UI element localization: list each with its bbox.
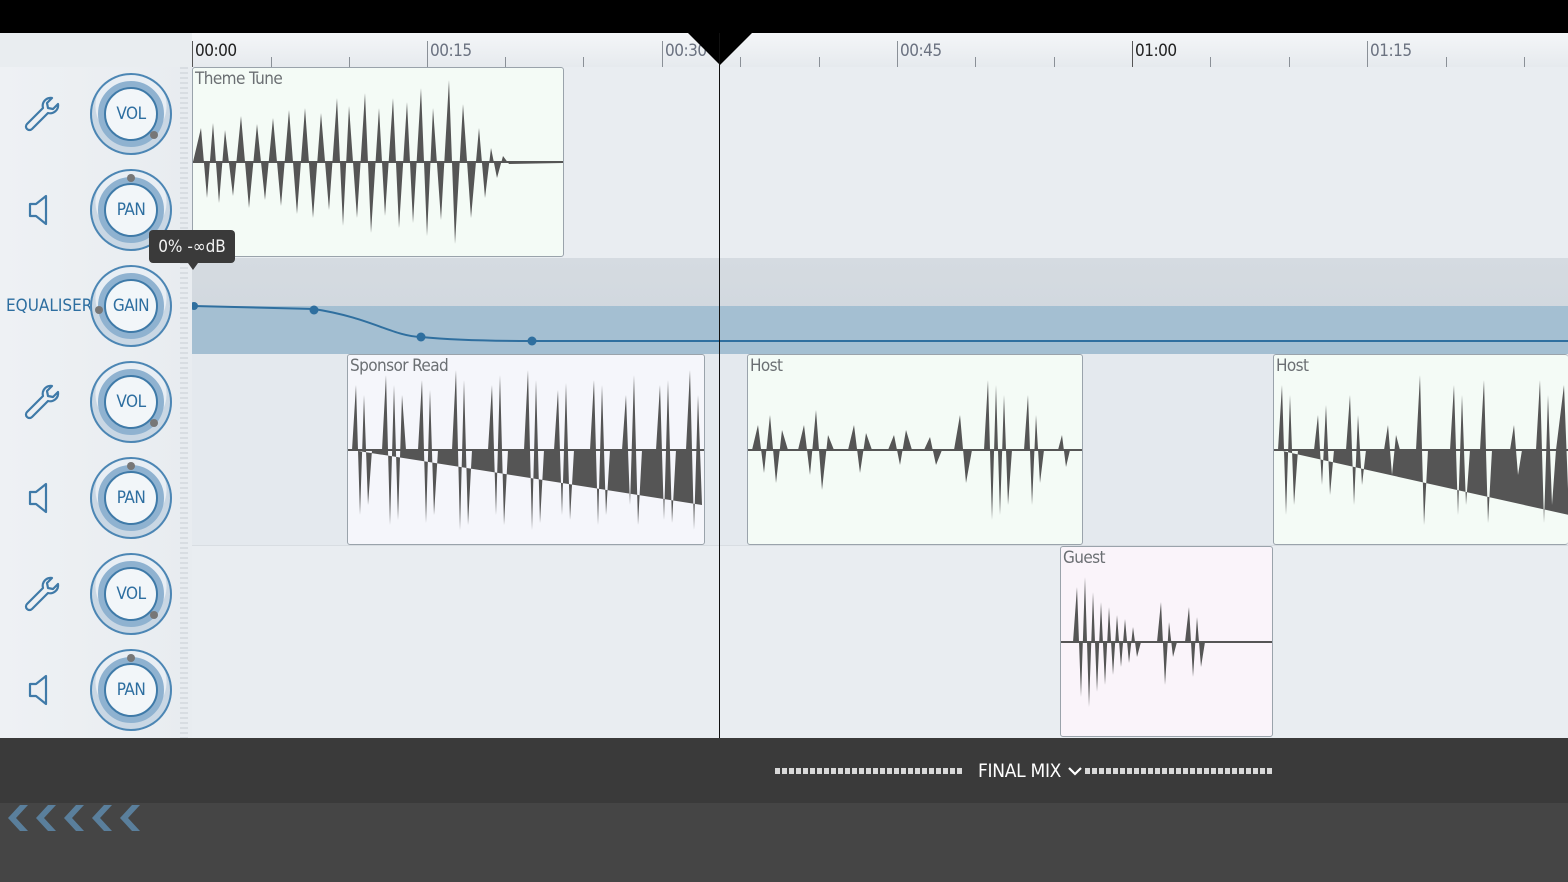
clip-guest[interactable]: Guest bbox=[1060, 546, 1273, 737]
knob-indicator bbox=[95, 306, 103, 314]
volume-knob[interactable]: VOL bbox=[90, 553, 172, 635]
ruler-minor-tick bbox=[819, 57, 820, 67]
ruler-minor-tick bbox=[1524, 57, 1525, 67]
waveform bbox=[748, 380, 1082, 520]
resize-grip[interactable] bbox=[180, 67, 188, 738]
knob-indicator bbox=[127, 654, 135, 662]
ruler-minor-tick bbox=[271, 57, 272, 67]
pan-knob[interactable]: PAN bbox=[90, 649, 172, 731]
rewind-chevrons-icon[interactable] bbox=[0, 803, 160, 833]
clip-name: Sponsor Read bbox=[350, 356, 449, 376]
final-mix-selector[interactable]: FINAL MIX bbox=[978, 758, 1083, 784]
clip-theme-tune[interactable]: Theme Tune bbox=[192, 67, 564, 257]
playhead-line[interactable] bbox=[719, 33, 720, 738]
gain-envelope[interactable] bbox=[192, 258, 1568, 354]
waveform bbox=[1061, 577, 1272, 707]
ruler-major-tick bbox=[1367, 41, 1368, 67]
waveform bbox=[193, 80, 563, 244]
knob-indicator bbox=[150, 419, 158, 427]
gain-tooltip: 0% -∞dB bbox=[149, 230, 235, 270]
waveform bbox=[348, 370, 704, 530]
ruler-minor-tick bbox=[505, 57, 506, 67]
ruler-minor-tick bbox=[583, 57, 584, 67]
mix-divider-right bbox=[1085, 768, 1273, 774]
ruler-spacer bbox=[0, 33, 192, 67]
clip-name: Host bbox=[750, 356, 783, 376]
transport-panel bbox=[0, 803, 1568, 882]
ruler-minor-tick bbox=[975, 57, 976, 67]
knob-indicator bbox=[150, 131, 158, 139]
ruler-major-tick bbox=[662, 41, 663, 67]
track-lane-3[interactable] bbox=[192, 546, 1568, 739]
knob-label: GAIN bbox=[104, 279, 158, 333]
top-bar bbox=[0, 0, 1568, 33]
clip-sponsor-read[interactable]: Sponsor Read bbox=[347, 354, 705, 545]
final-mix-label: FINAL MIX bbox=[978, 760, 1062, 782]
knob-indicator bbox=[127, 462, 135, 470]
envelope-point[interactable] bbox=[192, 302, 198, 310]
knob-label: PAN bbox=[104, 471, 158, 525]
volume-knob[interactable]: VOL bbox=[90, 73, 172, 155]
pan-knob[interactable]: PAN bbox=[90, 457, 172, 539]
ruler-major-tick bbox=[1132, 41, 1133, 67]
knob-label: PAN bbox=[104, 183, 158, 237]
mix-divider-left bbox=[775, 768, 963, 774]
knob-label: PAN bbox=[104, 663, 158, 717]
chevron-down-icon bbox=[1068, 767, 1082, 776]
volume-knob[interactable]: VOL bbox=[90, 361, 172, 443]
ruler-label: 00:00 bbox=[195, 41, 237, 61]
equaliser-band[interactable] bbox=[192, 258, 1568, 354]
wrench-icon[interactable] bbox=[22, 574, 62, 614]
gain-knob[interactable]: GAIN bbox=[90, 265, 172, 347]
ruler-minor-tick bbox=[1210, 57, 1211, 67]
envelope-point[interactable] bbox=[416, 332, 426, 342]
ruler-label: 00:45 bbox=[900, 41, 942, 61]
ruler-label: 01:15 bbox=[1370, 41, 1412, 61]
ruler-minor-tick bbox=[1446, 57, 1447, 67]
knob-indicator bbox=[127, 174, 135, 182]
clip-name: Theme Tune bbox=[195, 69, 283, 89]
timeline-ruler[interactable]: 00:00 00:15 00:30 00:45 01:00 01:15 bbox=[0, 33, 1568, 68]
ruler-minor-tick bbox=[1054, 57, 1055, 67]
speaker-icon[interactable] bbox=[22, 670, 62, 710]
clip-name: Host bbox=[1276, 356, 1309, 376]
speaker-icon[interactable] bbox=[22, 478, 62, 518]
speaker-icon[interactable] bbox=[22, 190, 62, 230]
equaliser-label: EQUALISER bbox=[6, 296, 93, 316]
knob-indicator bbox=[150, 611, 158, 619]
playhead-handle[interactable] bbox=[688, 33, 752, 65]
ruler-minor-tick bbox=[349, 57, 350, 67]
ruler-label: 00:15 bbox=[430, 41, 472, 61]
wrench-icon[interactable] bbox=[22, 382, 62, 422]
waveform bbox=[1274, 375, 1568, 525]
clip-name: Guest bbox=[1063, 548, 1106, 568]
envelope-point[interactable] bbox=[309, 305, 319, 315]
wrench-icon[interactable] bbox=[22, 94, 62, 134]
ruler-major-tick bbox=[192, 41, 193, 67]
clip-host-1[interactable]: Host bbox=[747, 354, 1083, 545]
ruler-minor-tick bbox=[1289, 57, 1290, 67]
ruler-major-tick bbox=[897, 41, 898, 67]
envelope-point[interactable] bbox=[527, 336, 537, 346]
ruler-label: 01:00 bbox=[1135, 41, 1177, 61]
clip-host-2[interactable]: Host bbox=[1273, 354, 1568, 545]
ruler-major-tick bbox=[427, 41, 428, 67]
